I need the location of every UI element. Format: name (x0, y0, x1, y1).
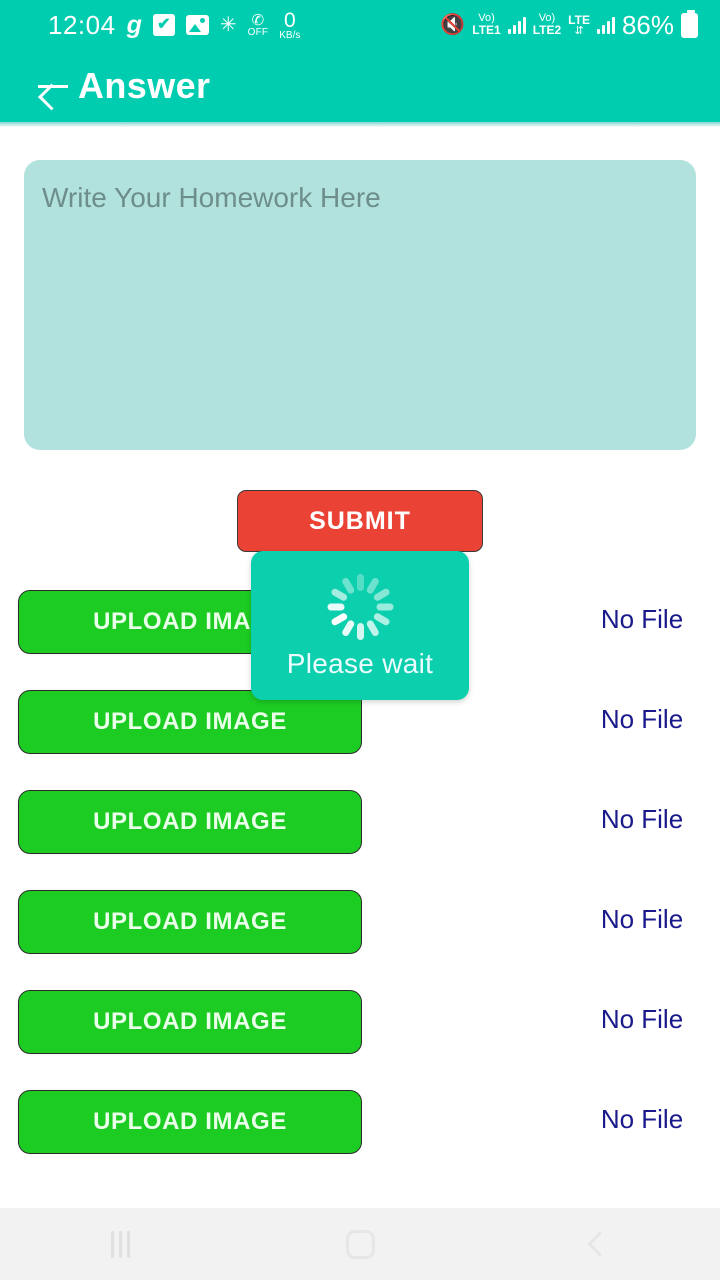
battery-percent: 86% (621, 9, 674, 40)
please-wait-dialog: Please wait (251, 551, 469, 700)
status-bar-right: 🔇 Vo) LTE1 Vo) LTE2 LTE ⇵ 86% (440, 9, 720, 41)
call-alert-off-label: OFF (247, 26, 269, 38)
sim2-signal-icon (596, 16, 615, 34)
sim2-network-label: LTE2 (532, 23, 562, 38)
upload-row: UPLOAD IMAGE No File (0, 790, 720, 890)
app-bar-shadow (0, 122, 720, 127)
upload-image-button-6[interactable]: UPLOAD IMAGE (18, 1090, 362, 1154)
back-icon (587, 1231, 613, 1257)
status-bar: 12:04 g ✔ ✳ ✆ OFF 0 KB/s 🔇 Vo) LTE1 Vo) (0, 0, 720, 50)
lte-data-icon: LTE ⇵ (568, 14, 590, 37)
mute-icon: 🔇 (440, 14, 466, 36)
lte-transfer-arrows-icon: ⇵ (574, 24, 584, 37)
system-nav-bar (0, 1208, 720, 1280)
call-alert-glyph: ✆ (251, 11, 265, 29)
sim2-volte-icon: Vo) LTE2 (532, 12, 562, 38)
upload-row: UPLOAD IMAGE No File (0, 990, 720, 1090)
app-screen: 12:04 g ✔ ✳ ✆ OFF 0 KB/s 🔇 Vo) LTE1 Vo) (0, 0, 720, 1280)
app-bar: Answer (0, 50, 720, 122)
battery-icon (681, 9, 698, 38)
loading-spinner-icon (327, 573, 393, 640)
file-status-6: No File (600, 1104, 684, 1134)
nav-back-button[interactable] (480, 1208, 720, 1280)
lte-label: LTE (568, 12, 590, 27)
file-status-3: No File (600, 804, 684, 834)
upload-row: UPLOAD IMAGE No File (0, 690, 720, 790)
nav-home-button[interactable] (240, 1208, 480, 1280)
file-status-2: No File (600, 704, 684, 734)
submit-button[interactable]: SUBMIT (237, 490, 483, 552)
magic-wand-icon: ✳ (219, 14, 237, 36)
page-title: Answer (78, 65, 211, 106)
data-rate-icon: 0 KB/s (279, 10, 300, 41)
upload-row: UPLOAD IMAGE No File (0, 1090, 720, 1190)
gallery-icon (185, 15, 209, 35)
upload-image-button-5[interactable]: UPLOAD IMAGE (18, 990, 362, 1054)
checkbox-icon: ✔ (152, 14, 175, 36)
upload-image-button-4[interactable]: UPLOAD IMAGE (18, 890, 362, 954)
homework-answer-input[interactable] (24, 160, 696, 450)
sim1-signal-icon (507, 16, 526, 34)
nav-recents-button[interactable] (0, 1208, 240, 1280)
recents-icon (110, 1230, 130, 1258)
file-status-4: No File (600, 904, 684, 934)
file-status-5: No File (600, 1004, 684, 1034)
file-status-1: No File (600, 604, 684, 634)
back-arrow-icon[interactable] (36, 68, 72, 104)
sim1-volte-icon: Vo) LTE1 (472, 12, 501, 38)
data-rate-value: 0 (283, 8, 296, 32)
g-app-icon: g (126, 10, 142, 39)
call-alert-off-icon: ✆ OFF (248, 13, 269, 38)
status-clock: 12:04 (48, 9, 116, 40)
home-icon (345, 1229, 375, 1259)
status-bar-left: 12:04 g ✔ ✳ ✆ OFF 0 KB/s (0, 10, 300, 41)
upload-row: UPLOAD IMAGE No File (0, 890, 720, 990)
dialog-message: Please wait (286, 647, 434, 679)
sim1-network-label: LTE1 (472, 23, 501, 38)
data-rate-unit: KB/s (279, 29, 301, 41)
upload-image-button-3[interactable]: UPLOAD IMAGE (18, 790, 362, 854)
